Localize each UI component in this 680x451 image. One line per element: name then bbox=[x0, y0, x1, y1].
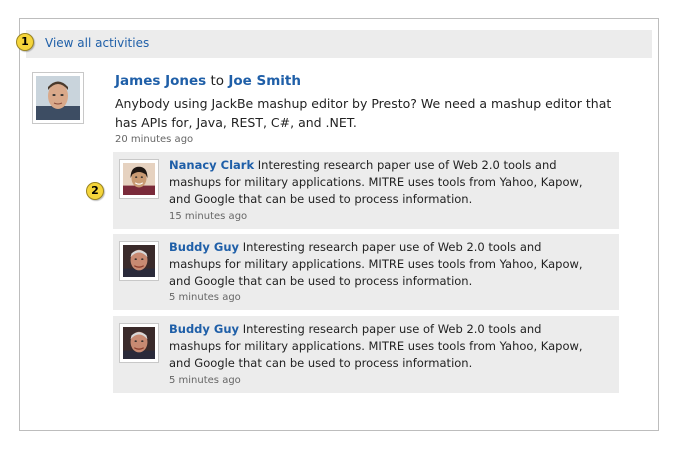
reply-author-link[interactable]: Nanacy Clark bbox=[169, 158, 254, 172]
avatar-james-jones[interactable] bbox=[32, 72, 84, 124]
recipient-link[interactable]: Joe Smith bbox=[228, 73, 301, 89]
user-photo-icon bbox=[123, 163, 155, 195]
callout-badge-1: 1 bbox=[16, 33, 34, 51]
avatar-buddy-guy[interactable] bbox=[119, 323, 159, 363]
reply-item: Buddy Guy Interesting research paper use… bbox=[113, 316, 619, 393]
view-all-activities-link[interactable]: View all activities bbox=[45, 36, 149, 50]
reply-timestamp: 5 minutes ago bbox=[169, 375, 241, 386]
reply-text: Buddy Guy Interesting research paper use… bbox=[169, 239, 589, 290]
author-link[interactable]: James Jones bbox=[115, 73, 206, 89]
reply-text: Buddy Guy Interesting research paper use… bbox=[169, 321, 589, 372]
avatar-buddy-guy[interactable] bbox=[119, 241, 159, 281]
reply-timestamp: 15 minutes ago bbox=[169, 211, 248, 222]
callout-badge-2: 2 bbox=[86, 182, 104, 200]
reply-author-link[interactable]: Buddy Guy bbox=[169, 322, 239, 336]
user-photo-icon bbox=[123, 245, 155, 277]
connector-text: to bbox=[210, 73, 225, 89]
user-photo-icon bbox=[36, 76, 80, 120]
activity-timestamp: 20 minutes ago bbox=[115, 134, 194, 145]
activity-message: Anybody using JackBe mashup editor by Pr… bbox=[115, 96, 612, 130]
reply-text: Nanacy Clark Interesting research paper … bbox=[169, 157, 589, 208]
user-photo-icon bbox=[123, 327, 155, 359]
reply-item: Nanacy Clark Interesting research paper … bbox=[113, 152, 619, 229]
activity-header: James Jones to Joe Smith bbox=[115, 73, 301, 89]
reply-timestamp: 5 minutes ago bbox=[169, 292, 241, 303]
reply-author-link[interactable]: Buddy Guy bbox=[169, 240, 239, 254]
reply-item: Buddy Guy Interesting research paper use… bbox=[113, 234, 619, 310]
avatar-nanacy-clark[interactable] bbox=[119, 159, 159, 199]
